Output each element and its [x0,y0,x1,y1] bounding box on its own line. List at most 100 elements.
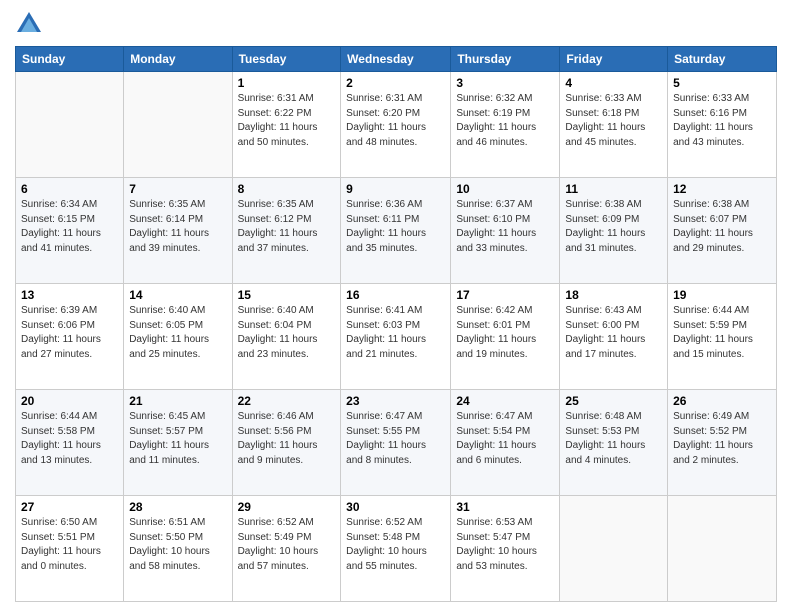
calendar-cell: 3 Sunrise: 6:32 AMSunset: 6:19 PMDaylight… [451,72,560,178]
day-info: Sunrise: 6:38 AMSunset: 6:07 PMDaylight:… [673,198,771,256]
day-number: 7 [129,182,226,196]
day-number: 31 [456,500,554,514]
calendar-header-row: SundayMondayTuesdayWednesdayThursdayFrid… [16,47,777,72]
day-number: 15 [238,288,336,302]
day-header-thursday: Thursday [451,47,560,72]
day-info: Sunrise: 6:42 AMSunset: 6:01 PMDaylight:… [456,304,554,362]
day-info: Sunrise: 6:40 AMSunset: 6:04 PMDaylight:… [238,304,336,362]
day-info: Sunrise: 6:31 AMSunset: 6:22 PMDaylight:… [238,92,336,150]
day-number: 25 [565,394,662,408]
day-header-sunday: Sunday [16,47,124,72]
day-info: Sunrise: 6:32 AMSunset: 6:19 PMDaylight:… [456,92,554,150]
day-number: 10 [456,182,554,196]
logo [15,10,47,38]
day-info: Sunrise: 6:47 AMSunset: 5:55 PMDaylight:… [346,410,445,468]
day-number: 18 [565,288,662,302]
day-info: Sunrise: 6:48 AMSunset: 5:53 PMDaylight:… [565,410,662,468]
calendar-cell: 20 Sunrise: 6:44 AMSunset: 5:58 PMDayligh… [16,390,124,496]
day-info: Sunrise: 6:44 AMSunset: 5:58 PMDaylight:… [21,410,118,468]
calendar-cell: 21 Sunrise: 6:45 AMSunset: 5:57 PMDayligh… [124,390,232,496]
logo-icon [15,10,43,38]
day-info: Sunrise: 6:35 AMSunset: 6:12 PMDaylight:… [238,198,336,256]
calendar-cell [124,72,232,178]
day-number: 1 [238,76,336,90]
day-info: Sunrise: 6:52 AMSunset: 5:48 PMDaylight:… [346,516,445,574]
day-number: 27 [21,500,118,514]
calendar-cell: 6 Sunrise: 6:34 AMSunset: 6:15 PMDaylight… [16,178,124,284]
day-info: Sunrise: 6:49 AMSunset: 5:52 PMDaylight:… [673,410,771,468]
calendar-cell: 17 Sunrise: 6:42 AMSunset: 6:01 PMDayligh… [451,284,560,390]
calendar-cell: 4 Sunrise: 6:33 AMSunset: 6:18 PMDaylight… [560,72,668,178]
day-header-monday: Monday [124,47,232,72]
day-number: 22 [238,394,336,408]
day-number: 28 [129,500,226,514]
day-info: Sunrise: 6:53 AMSunset: 5:47 PMDaylight:… [456,516,554,574]
calendar-cell: 18 Sunrise: 6:43 AMSunset: 6:00 PMDayligh… [560,284,668,390]
day-header-friday: Friday [560,47,668,72]
calendar-cell: 29Sunrise: 6:52 AMSunset: 5:49 PMDayligh… [232,496,341,602]
calendar-cell: 14 Sunrise: 6:40 AMSunset: 6:05 PMDayligh… [124,284,232,390]
calendar-cell: 22 Sunrise: 6:46 AMSunset: 5:56 PMDayligh… [232,390,341,496]
calendar-cell: 5 Sunrise: 6:33 AMSunset: 6:16 PMDaylight… [668,72,777,178]
day-header-saturday: Saturday [668,47,777,72]
day-info: Sunrise: 6:34 AMSunset: 6:15 PMDaylight:… [21,198,118,256]
day-number: 23 [346,394,445,408]
day-info: Sunrise: 6:45 AMSunset: 5:57 PMDaylight:… [129,410,226,468]
day-info: Sunrise: 6:37 AMSunset: 6:10 PMDaylight:… [456,198,554,256]
calendar-cell: 15 Sunrise: 6:40 AMSunset: 6:04 PMDayligh… [232,284,341,390]
day-info: Sunrise: 6:46 AMSunset: 5:56 PMDaylight:… [238,410,336,468]
calendar-cell: 12 Sunrise: 6:38 AMSunset: 6:07 PMDayligh… [668,178,777,284]
calendar-cell: 28 Sunrise: 6:51 AMSunset: 5:50 PMDayligh… [124,496,232,602]
calendar-cell: 30 Sunrise: 6:52 AMSunset: 5:48 PMDayligh… [341,496,451,602]
day-number: 20 [21,394,118,408]
calendar-cell: 24 Sunrise: 6:47 AMSunset: 5:54 PMDayligh… [451,390,560,496]
page: SundayMondayTuesdayWednesdayThursdayFrid… [0,0,792,612]
day-number: 5 [673,76,771,90]
day-number: 12 [673,182,771,196]
day-info: Sunrise: 6:40 AMSunset: 6:05 PMDaylight:… [129,304,226,362]
calendar-cell: 27 Sunrise: 6:50 AMSunset: 5:51 PMDayligh… [16,496,124,602]
day-number: 14 [129,288,226,302]
calendar-cell [668,496,777,602]
calendar-table: SundayMondayTuesdayWednesdayThursdayFrid… [15,46,777,602]
day-number: 19 [673,288,771,302]
day-number: 3 [456,76,554,90]
calendar-cell [560,496,668,602]
day-number: 24 [456,394,554,408]
day-number: 6 [21,182,118,196]
day-number: 30 [346,500,445,514]
day-info: Sunrise: 6:50 AMSunset: 5:51 PMDaylight:… [21,516,118,574]
day-info: Sunrise: 6:31 AMSunset: 6:20 PMDaylight:… [346,92,445,150]
day-header-wednesday: Wednesday [341,47,451,72]
day-number: 4 [565,76,662,90]
day-info: Sunrise: 6:51 AMSunset: 5:50 PMDaylight:… [129,516,226,574]
day-info: Sunrise: 6:43 AMSunset: 6:00 PMDaylight:… [565,304,662,362]
calendar-cell: 23 Sunrise: 6:47 AMSunset: 5:55 PMDayligh… [341,390,451,496]
calendar-cell: 7Sunrise: 6:35 AMSunset: 6:14 PMDaylight… [124,178,232,284]
day-info: Sunrise: 6:41 AMSunset: 6:03 PMDaylight:… [346,304,445,362]
calendar-cell: 8 Sunrise: 6:35 AMSunset: 6:12 PMDaylight… [232,178,341,284]
day-info: Sunrise: 6:39 AMSunset: 6:06 PMDaylight:… [21,304,118,362]
calendar-cell: 10 Sunrise: 6:37 AMSunset: 6:10 PMDayligh… [451,178,560,284]
day-number: 17 [456,288,554,302]
day-number: 21 [129,394,226,408]
day-info: Sunrise: 6:47 AMSunset: 5:54 PMDaylight:… [456,410,554,468]
calendar-cell: 16Sunrise: 6:41 AMSunset: 6:03 PMDayligh… [341,284,451,390]
day-info: Sunrise: 6:36 AMSunset: 6:11 PMDaylight:… [346,198,445,256]
day-number: 8 [238,182,336,196]
day-number: 29 [238,500,336,514]
calendar-cell: 13Sunrise: 6:39 AMSunset: 6:06 PMDayligh… [16,284,124,390]
calendar-week-5: 27 Sunrise: 6:50 AMSunset: 5:51 PMDayligh… [16,496,777,602]
header [15,10,777,38]
calendar-cell: 2 Sunrise: 6:31 AMSunset: 6:20 PMDaylight… [341,72,451,178]
day-info: Sunrise: 6:33 AMSunset: 6:16 PMDaylight:… [673,92,771,150]
calendar-cell: 31 Sunrise: 6:53 AMSunset: 5:47 PMDayligh… [451,496,560,602]
day-number: 2 [346,76,445,90]
calendar-cell: 26Sunrise: 6:49 AMSunset: 5:52 PMDayligh… [668,390,777,496]
day-info: Sunrise: 6:44 AMSunset: 5:59 PMDaylight:… [673,304,771,362]
calendar-cell: 25 Sunrise: 6:48 AMSunset: 5:53 PMDayligh… [560,390,668,496]
day-info: Sunrise: 6:33 AMSunset: 6:18 PMDaylight:… [565,92,662,150]
day-number: 11 [565,182,662,196]
calendar-week-4: 20 Sunrise: 6:44 AMSunset: 5:58 PMDayligh… [16,390,777,496]
calendar-week-1: 1 Sunrise: 6:31 AMSunset: 6:22 PMDaylight… [16,72,777,178]
